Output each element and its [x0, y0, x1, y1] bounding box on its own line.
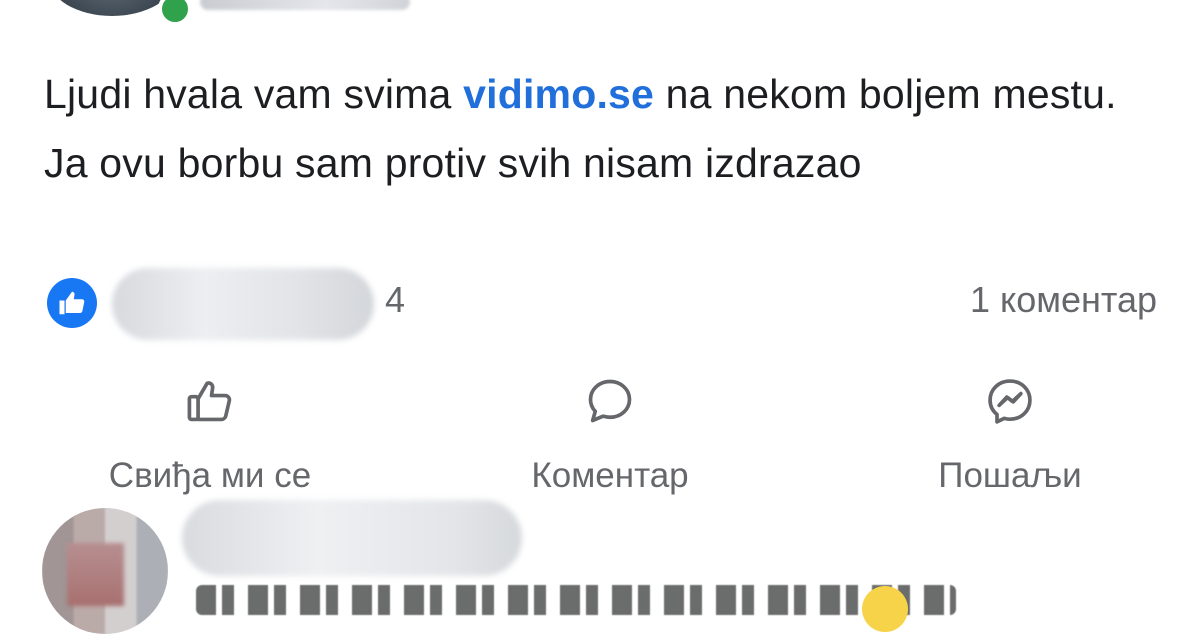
commenter-name-blurred[interactable]	[182, 500, 522, 576]
thumbs-up-icon	[184, 372, 236, 430]
reaction-count[interactable]: 4	[385, 279, 405, 321]
comment-button[interactable]: Коментар	[460, 372, 760, 496]
like-label: Свиђа ми се	[108, 456, 312, 495]
post-text: Ljudi hvala vam svima vidimo.se na nekom…	[44, 60, 1144, 198]
send-button[interactable]: Пошаљи	[860, 372, 1160, 496]
post-link[interactable]: vidimo.se	[463, 71, 654, 117]
reactors-names-blurred[interactable]	[112, 268, 374, 340]
like-reaction-icon[interactable]	[47, 278, 97, 328]
like-button[interactable]: Свиђа ми се	[60, 372, 360, 496]
online-status-dot	[158, 0, 192, 26]
messenger-icon	[984, 372, 1036, 430]
comment-label: Коментар	[531, 456, 689, 495]
speech-bubble-icon	[584, 372, 636, 430]
commenter-avatar[interactable]	[42, 508, 168, 634]
author-avatar[interactable]	[48, 0, 176, 16]
emoji-icon	[862, 586, 908, 632]
send-label: Пошаљи	[938, 456, 1082, 495]
thumbs-up-icon	[59, 291, 85, 315]
comment-text-cropped	[196, 585, 956, 615]
avatar-pixelated-face	[67, 543, 124, 607]
post-meta-blurred	[200, 0, 410, 10]
comment-count[interactable]: 1 коментар	[970, 279, 1157, 321]
post-text-before-link: Ljudi hvala vam svima	[44, 71, 464, 117]
